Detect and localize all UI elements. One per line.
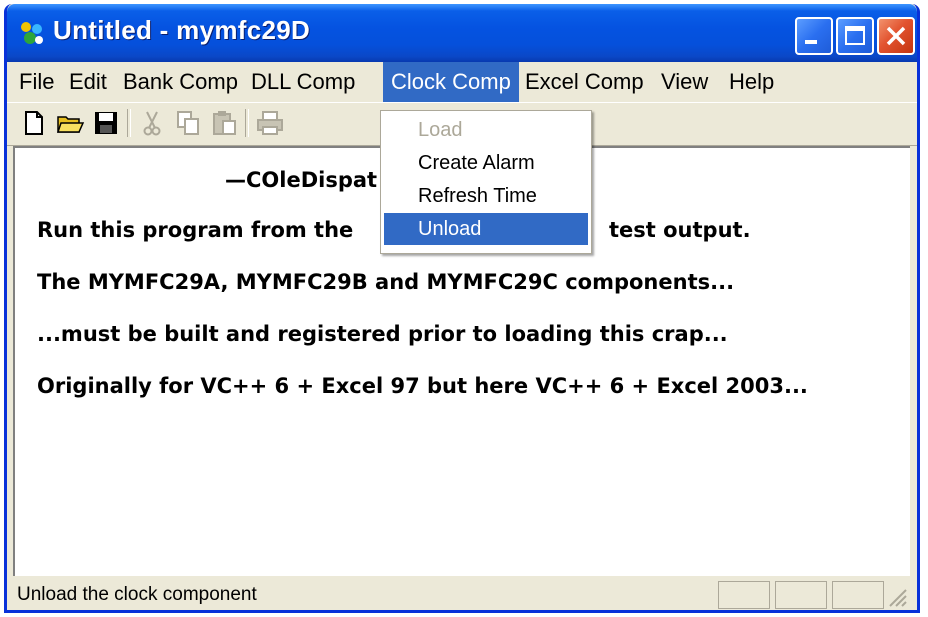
cut-icon[interactable] (137, 108, 167, 138)
status-pane (718, 581, 770, 609)
title-bar[interactable]: Untitled - mymfc29D (7, 4, 917, 62)
menu-excel-comp[interactable]: Excel Comp (517, 62, 652, 102)
toolbar-separator (127, 109, 131, 137)
text-line: The MYMFC29A, MYMFC29B and MYMFC29C comp… (37, 270, 735, 294)
close-button[interactable] (877, 17, 915, 55)
menu-item-create-alarm[interactable]: Create Alarm (384, 147, 588, 179)
menu-edit[interactable]: Edit (61, 62, 115, 102)
print-icon[interactable] (255, 108, 285, 138)
clock-comp-dropdown-menu: Load Create Alarm Refresh Time Unload (380, 110, 592, 254)
menu-bank-comp[interactable]: Bank Comp (115, 62, 246, 102)
paste-icon[interactable] (209, 108, 239, 138)
app-icon[interactable] (19, 20, 45, 46)
application-window: Untitled - mymfc29D File Edit Bank Comp … (4, 4, 920, 613)
menu-item-refresh-time[interactable]: Refresh Time (384, 180, 588, 212)
status-text: Unload the clock component (17, 584, 257, 605)
minimize-button[interactable] (795, 17, 833, 55)
maximize-button[interactable] (836, 17, 874, 55)
status-pane (775, 581, 827, 609)
copy-icon[interactable] (173, 108, 203, 138)
menu-clock-comp[interactable]: Clock Comp (383, 62, 519, 102)
resize-grip-icon[interactable] (884, 584, 908, 608)
save-icon[interactable] (91, 108, 121, 138)
text-line: Originally for VC++ 6 + Excel 97 but her… (37, 374, 808, 398)
menu-help[interactable]: Help (721, 62, 782, 102)
close-icon (886, 26, 906, 46)
text-line: Run this program from the (37, 218, 354, 242)
menu-view[interactable]: View (653, 62, 716, 102)
text-line: ...must be built and registered prior to… (37, 322, 728, 346)
text-line: test output. (609, 218, 751, 242)
menu-dll-comp[interactable]: DLL Comp (243, 62, 363, 102)
menu-item-unload[interactable]: Unload (384, 213, 588, 245)
toolbar-separator (245, 109, 249, 137)
text-line: —COleDispat (225, 168, 378, 192)
window-title: Untitled - mymfc29D (53, 15, 311, 45)
status-bar: Unload the clock component (13, 578, 910, 610)
minimize-icon (805, 40, 817, 44)
menu-bar: File Edit Bank Comp DLL Comp Clock Comp … (7, 62, 917, 102)
new-file-icon[interactable] (19, 108, 49, 138)
menu-file[interactable]: File (11, 62, 62, 102)
menu-item-load[interactable]: Load (384, 114, 588, 146)
status-pane (832, 581, 884, 609)
open-folder-icon[interactable] (55, 108, 85, 138)
maximize-icon (845, 26, 865, 45)
